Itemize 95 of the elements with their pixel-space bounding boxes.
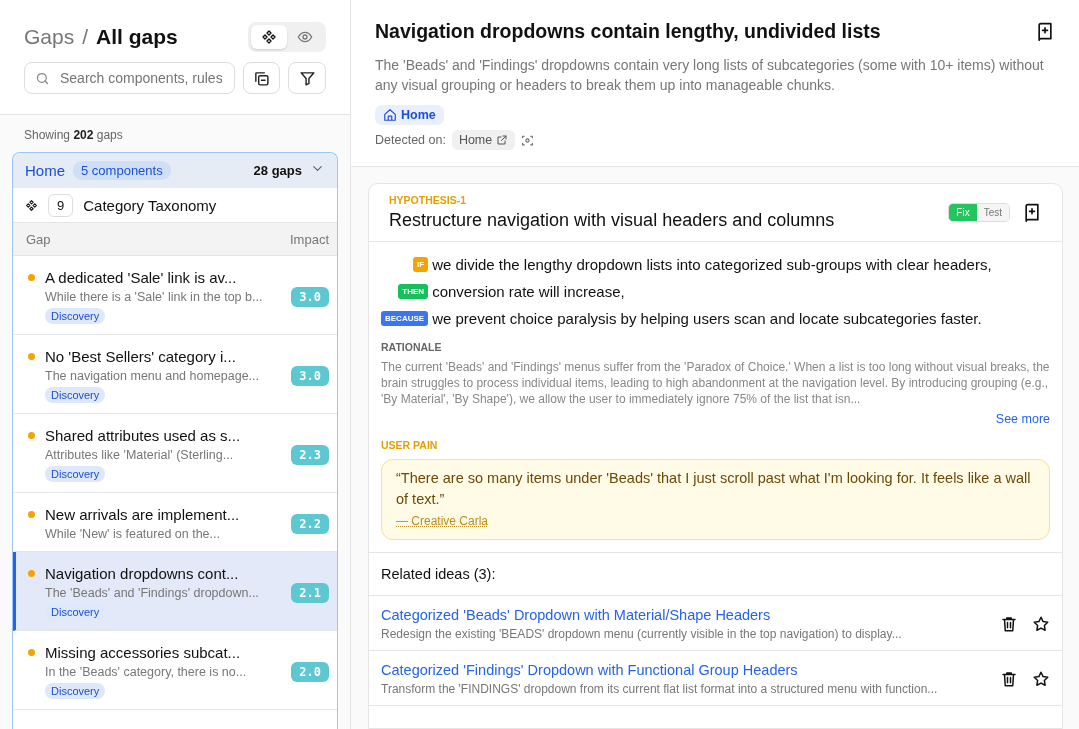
gap-description: The 'Beads' and 'Findings' dropdown... [45, 586, 259, 600]
filter-button[interactable] [288, 62, 326, 94]
impact-score: 2.1 [291, 582, 329, 603]
components-icon [261, 29, 277, 45]
gap-count: Showing 202 gaps [23, 127, 124, 144]
trash-icon [1000, 670, 1018, 688]
rationale-label: RATIONALE [381, 341, 443, 353]
rationale-text: The current 'Beads' and 'Findings' menus suffer from the 'Paradox of Choice.' When a list is too long without visual breaks, the brain struggles to process individual items, leading to high abandonment at the navigation level. By introducing grouping (e.g., 'By Material', 'By Shape'), we allow the user to immediately ignore 75% of the list that isn... [381, 359, 1050, 407]
status-dot [28, 353, 35, 360]
clause-keyword: BECAUSE [381, 311, 429, 326]
gap-description: While 'New' is featured on the... [45, 527, 220, 541]
gap-row[interactable]: A dedicated 'Sale' link is av... While there is a 'Sale' link in the top b... Discovery 3.0 [13, 256, 337, 335]
category-tag: Discovery [45, 683, 106, 699]
hypothesis-label: HYPOTHESIS-1 [389, 194, 468, 206]
group-name: Home [25, 162, 65, 179]
gap-title: No 'Best Sellers' category i... [45, 348, 236, 365]
status-dot [28, 274, 35, 281]
delete-button[interactable] [1000, 670, 1018, 688]
gap-title: Missing accessories subcat... [45, 644, 241, 661]
category-tag: Discovery [45, 387, 106, 403]
idea-description: Transform the 'FINDINGS' dropdown from its current flat list format into a structured menu with function... [381, 682, 939, 696]
clause-text: we divide the lengthy dropdown lists into categorized sub-groups with clear headers, [432, 256, 993, 273]
column-header: Gap [26, 231, 51, 247]
favorite-button[interactable] [1032, 670, 1050, 688]
gap-row[interactable]: No 'Best Sellers' category i... The navigation menu and homepage... Discovery 3.0 [13, 335, 337, 414]
related-ideas-heading: Related ideas (3): [369, 552, 1062, 596]
idea-title-link[interactable]: Categorized 'Beads' Dropdown with Material/Shape Headers [381, 607, 986, 623]
gap-description: Attributes like 'Material' (Sterling... [45, 448, 234, 462]
status-dot [28, 649, 35, 656]
group-header[interactable]: Home 5 components 28 gaps [13, 153, 337, 188]
collapse-button[interactable] [242, 62, 281, 94]
scan-eye-icon [521, 133, 535, 147]
external-link-icon [496, 134, 509, 146]
components-icon [25, 198, 38, 212]
favorite-button[interactable] [1032, 615, 1050, 633]
status-dot [28, 432, 35, 439]
idea-title-link[interactable]: Categorized 'Findings' Dropdown with Functional Group Headers [381, 662, 986, 678]
eye-icon [297, 29, 313, 45]
gap-description: In the 'Beads' category, there is no... [45, 665, 247, 679]
idea-description: Redesign the existing 'BEADS' dropdown menu (currently visible in the top navigation) to display... [381, 627, 903, 641]
search-icon [35, 70, 50, 86]
mode-toggle[interactable]: Test [976, 204, 1009, 221]
breadcrumb-separator: / [82, 25, 89, 48]
delete-button[interactable] [1000, 615, 1018, 633]
trash-icon [1000, 615, 1018, 633]
search-field[interactable]: Search components, rules [24, 62, 235, 94]
gap-title: Shared attributes used as s... [45, 427, 241, 444]
gap-row[interactable]: Shared attributes used as s... Attributes like 'Material' (Sterling... Discovery 2.3 [13, 414, 337, 493]
component-name: Category Taxonomy [83, 196, 217, 214]
gap-title: Navigation dropdowns cont... [45, 565, 239, 582]
book-plus-icon [1022, 202, 1042, 223]
gap-description: While there is a 'Sale' link in the top b... [45, 290, 263, 304]
impact-score: 2.2 [291, 513, 329, 534]
impact-score: 3.0 [291, 286, 329, 307]
status-dot [28, 570, 35, 577]
user-pain-label: USER PAIN [381, 439, 439, 451]
gap-title: New arrivals are implement... [45, 506, 240, 523]
detected-label: Detected on: [375, 133, 446, 147]
detected-page-link[interactable]: Home [451, 130, 516, 150]
hypothesis-title: Restructure navigation with visual headers and columns [389, 210, 835, 231]
group-gap-count: 28 gaps [253, 163, 302, 178]
impact-score: 3.0 [291, 365, 329, 386]
gap-row[interactable]: Navigation dropdowns cont... The 'Beads' and 'Findings' dropdown... Discovery 2.1 [13, 552, 337, 631]
clause-keyword: THEN [398, 284, 429, 299]
status-dot [28, 511, 35, 518]
category-tag: Discovery [45, 604, 106, 620]
gap-description: The navigation menu and homepage... [45, 369, 260, 383]
page-title: All gaps [96, 25, 178, 48]
clause-text: conversion rate will increase, [432, 283, 626, 300]
impact-score: 2.3 [291, 444, 329, 465]
column-header: Impact [290, 231, 329, 247]
gap-detail-title: Navigation dropdowns contain lengthy, undivided lists [375, 20, 881, 43]
page-tag-label: Home [401, 108, 436, 122]
filter-icon [298, 69, 316, 87]
star-icon [1032, 615, 1050, 633]
gap-title: A dedicated 'Sale' link is av... [45, 269, 237, 286]
component-count: 5 components [73, 161, 171, 180]
category-tag: Discovery [45, 466, 106, 482]
clause-text: we prevent choice paralysis by helping users scan and locate subcategories faster. [432, 310, 983, 327]
quote-text: “There are so many items under 'Beads' that I just scroll past what I'm looking for. It feels like a wall of text.” [396, 469, 1032, 509]
add-to-backlog-button[interactable] [1022, 202, 1042, 223]
home-icon [383, 108, 397, 122]
clause-keyword: IF [413, 257, 429, 272]
breadcrumb-link[interactable]: Gaps [24, 25, 75, 48]
gap-row[interactable]: Missing accessories subcat... In the 'Beads' category, there is no... Discovery 2.0 [13, 631, 337, 710]
see-more-link[interactable]: See more [995, 412, 1050, 426]
category-tag: Discovery [45, 308, 106, 324]
star-icon [1032, 670, 1050, 688]
book-plus-icon [1035, 21, 1055, 42]
component-gap-count: 9 [48, 193, 74, 217]
copy-minus-icon [252, 69, 270, 87]
add-to-backlog-button[interactable] [1035, 21, 1055, 42]
impact-score: 2.0 [291, 661, 329, 682]
components-view-button[interactable] [251, 25, 287, 49]
gap-detail-description: The 'Beads' and 'Findings' dropdowns contain very long lists of subcategories (some with 10+ items) without any visual grouping or headers to break them up into manageable chunks. [375, 56, 1045, 95]
